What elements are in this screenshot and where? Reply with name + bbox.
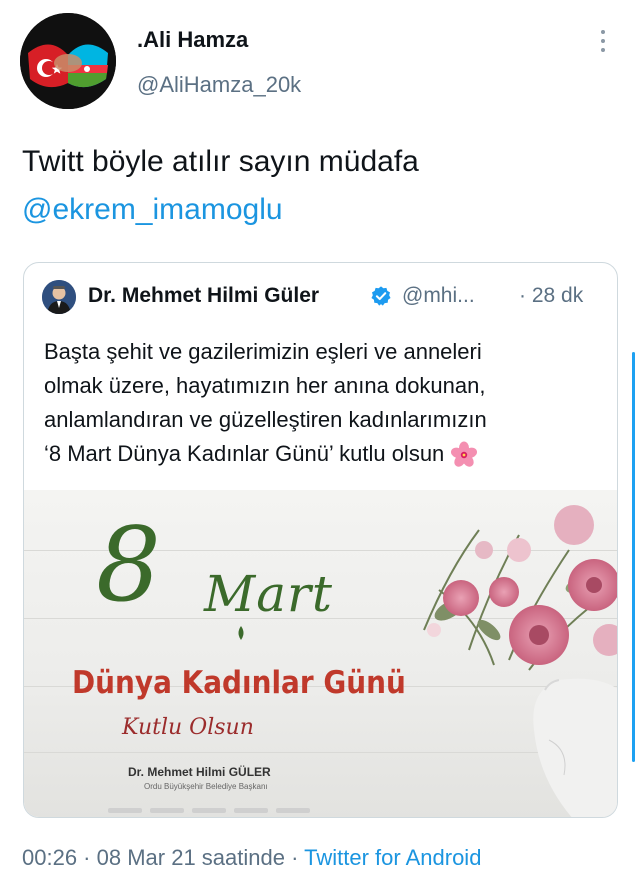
quoted-text-line: olmak üzere, hayatımızın her anına dokun… xyxy=(44,373,486,398)
person-avatar-icon xyxy=(42,280,76,314)
quoted-tweet-text: Başta şehit ve gazilerimizin eşleri ve a… xyxy=(44,335,487,471)
tweet-time: 00:26 xyxy=(22,845,78,870)
quoted-text-line-content: ‘8 Mart Dünya Kadınlar Günü’ kutlu olsun xyxy=(44,441,445,466)
author-name[interactable]: .Ali Hamza xyxy=(137,27,248,53)
tweet-date: 08 Mar 21 saatinde xyxy=(96,845,285,870)
quoted-text-line: anlamlandıran ve güzelleştiren kadınları… xyxy=(44,407,487,432)
source-app-link[interactable]: Twitter for Android xyxy=(304,845,481,870)
quoted-author-avatar[interactable] xyxy=(42,280,76,314)
meta-separator: · xyxy=(284,845,305,870)
leaf-ornament-icon xyxy=(238,626,244,640)
poster-mart: Mart xyxy=(204,565,333,623)
poster-signature-title: Ordu Büyükşehir Belediye Başkanı xyxy=(144,782,268,791)
tweet-meta: 00:26 · 08 Mar 21 saatinde · Twitter for… xyxy=(22,845,481,871)
quoted-author-name[interactable]: Dr. Mehmet Hilmi Güler xyxy=(88,284,319,308)
meta-separator: · xyxy=(77,845,97,870)
flag-avatar-icon xyxy=(20,13,116,109)
author-avatar[interactable] xyxy=(20,13,116,109)
flower-emoji-icon xyxy=(451,441,478,467)
quoted-timestamp[interactable]: · 28 dk xyxy=(519,284,583,308)
author-handle[interactable]: @AliHamza_20k xyxy=(137,72,301,98)
flower-vase-illustration xyxy=(423,505,617,817)
quoted-text-line-last: ‘8 Mart Dünya Kadınlar Günü’ kutlu olsun xyxy=(44,437,487,471)
poster-kutlu-olsun: Kutlu Olsun xyxy=(122,715,254,740)
quoted-author-handle[interactable]: @mhi... xyxy=(402,284,475,308)
scrollbar-thumb[interactable] xyxy=(632,352,635,762)
tweet-text-line: Twitt böyle atılır sayın müdafa xyxy=(22,145,419,178)
poster-signature-name: Dr. Mehmet Hilmi GÜLER xyxy=(128,765,271,779)
mention-link[interactable]: @ekrem_imamoglu xyxy=(22,186,419,234)
quoted-tweet-card[interactable]: Dr. Mehmet Hilmi Güler @mhi... · 28 dk B… xyxy=(23,262,618,818)
poster-day-title: Dünya Kadınlar Günü xyxy=(72,665,406,701)
verified-badge-icon xyxy=(371,286,391,306)
poster-eight: 8 xyxy=(96,506,161,625)
quoted-tweet-image[interactable]: 8 Mart Dünya Kadınlar Günü Kutlu Olsun D… xyxy=(24,490,617,817)
poster-social-links xyxy=(108,800,358,813)
tweet-text: Twitt böyle atılır sayın müdafa @ekrem_i… xyxy=(22,138,419,234)
quoted-text-line: Başta şehit ve gazilerimizin eşleri ve a… xyxy=(44,339,482,364)
more-options-icon[interactable] xyxy=(596,30,610,60)
